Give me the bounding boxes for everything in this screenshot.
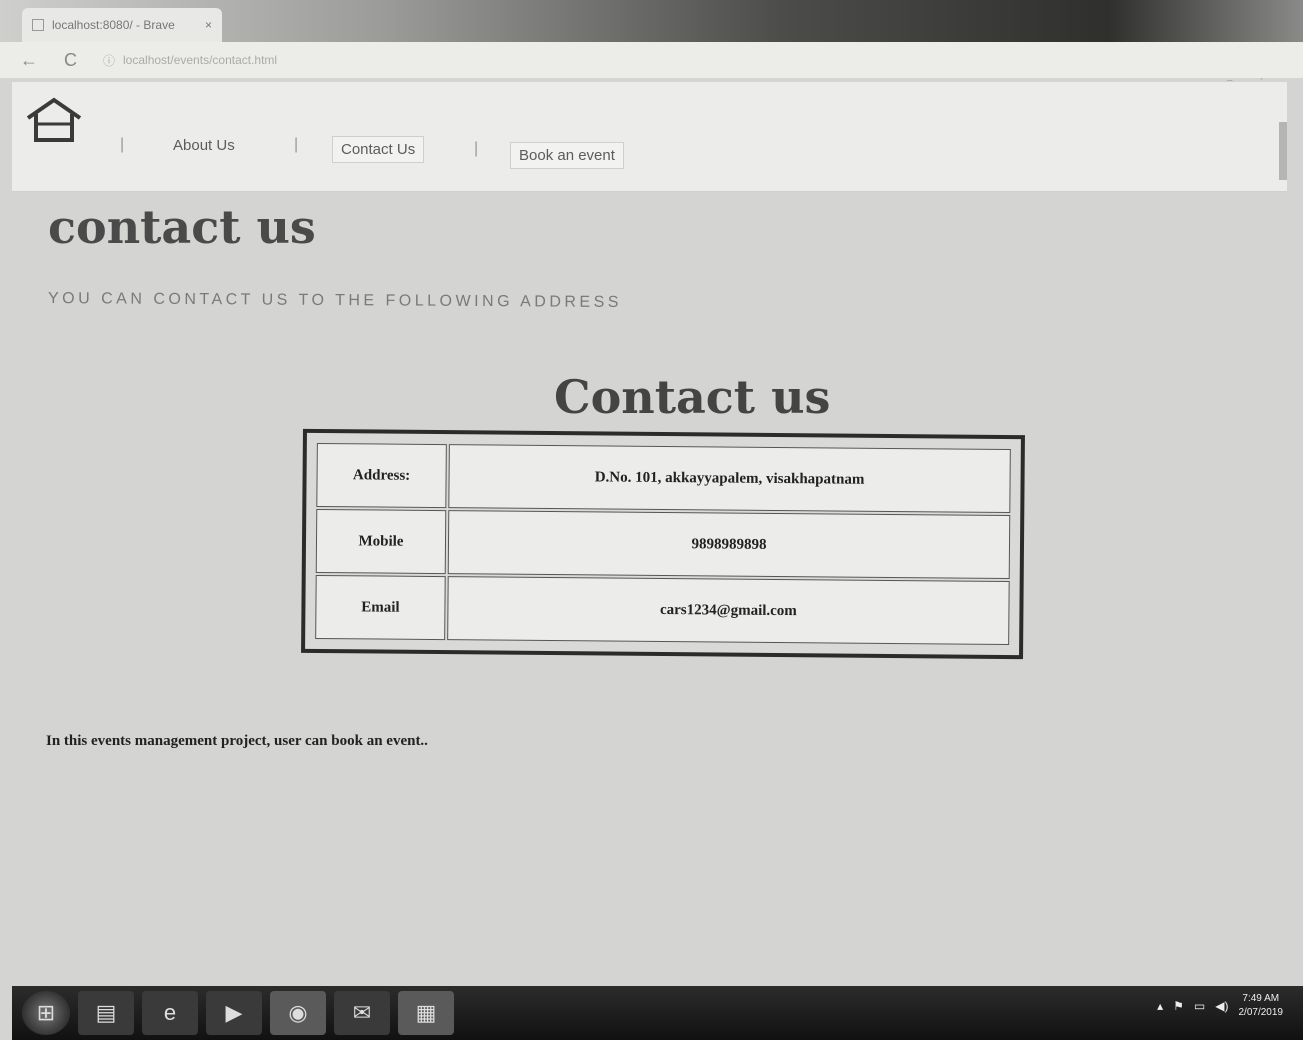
folder-icon[interactable]: ▤	[78, 991, 134, 1035]
site-navbar: | About Us | Contact Us | Book an event	[12, 82, 1287, 192]
info-icon: ⓘ	[103, 53, 116, 68]
email-label: Email	[315, 574, 446, 641]
clock[interactable]: 7:49 AM 2/07/2019	[1239, 992, 1284, 1020]
flag-icon[interactable]: ⚑	[1173, 999, 1184, 1013]
scrollbar[interactable]	[1279, 122, 1287, 180]
close-tab-icon[interactable]: ×	[205, 18, 212, 32]
page-title: contact us	[48, 200, 316, 254]
home-icon[interactable]	[24, 96, 84, 149]
url-text: localhost/events/contact.html	[123, 53, 278, 67]
volume-icon[interactable]: ◀)	[1215, 999, 1228, 1013]
mobile-label: Mobile	[315, 508, 447, 575]
mail-icon[interactable]: ✉	[334, 991, 390, 1035]
nav-contact-us[interactable]: Contact Us	[332, 136, 425, 163]
email-value: cars1234@gmail.com	[447, 576, 1010, 646]
table-row: Mobile 9898989898	[315, 508, 1011, 580]
back-arrow-icon[interactable]: ←	[20, 50, 38, 71]
mobile-value: 9898989898	[447, 510, 1011, 580]
table-row: Address: D.No. 101, akkayyapalem, visakh…	[316, 442, 1011, 514]
contact-table-title: Contact us	[554, 370, 831, 424]
page-icon	[32, 19, 44, 31]
page-subtitle: YOU CAN CONTACT US TO THE FOLLOWING ADDR…	[47, 289, 623, 312]
nav-separator: |	[294, 136, 299, 153]
chrome-icon[interactable]: ◉	[270, 991, 326, 1035]
nav-book-an-event[interactable]: Book an event	[510, 142, 624, 169]
contact-table: Address: D.No. 101, akkayyapalem, visakh…	[301, 428, 1025, 660]
clock-date: 2/07/2019	[1238, 1007, 1284, 1018]
address-value: D.No. 101, akkayyapalem, visakhapatnam	[448, 444, 1011, 514]
network-icon[interactable]: ▭	[1194, 999, 1205, 1013]
media-player-icon[interactable]: ▶	[206, 991, 262, 1035]
reload-icon[interactable]: C	[64, 50, 77, 71]
system-tray: ▴ ⚑ ▭ ◀) 7:49 AM 2/07/2019	[1157, 992, 1283, 1020]
project-description: In this events management project, user …	[46, 733, 428, 749]
show-hidden-icons-icon[interactable]: ▴	[1157, 999, 1163, 1013]
internet-explorer-icon[interactable]: e	[142, 991, 198, 1035]
browser-tab[interactable]: localhost:8080/ - Brave ×	[22, 8, 222, 42]
tab-title: localhost:8080/ - Brave	[52, 18, 175, 32]
nav-separator: |	[120, 136, 125, 153]
taskbar: ⊞ ▤ e ▶ ◉ ✉ ▦ ▴ ⚑ ▭ ◀) 7:49 AM 2/07/2019	[12, 986, 1303, 1040]
clock-time: 7:49 AM	[1242, 993, 1280, 1004]
nav-about-us[interactable]: About Us	[164, 132, 244, 159]
browser-tabstrip: localhost:8080/ - Brave ×	[0, 0, 1303, 42]
address-label: Address:	[316, 442, 447, 509]
document-icon[interactable]: ▦	[398, 991, 454, 1035]
start-orb-icon[interactable]: ⊞	[22, 991, 70, 1035]
nav-separator: |	[474, 140, 479, 157]
address-bar[interactable]: ⓘ localhost/events/contact.html	[103, 48, 1003, 72]
browser-toolbar: ← C ⓘ localhost/events/contact.html	[0, 42, 1303, 78]
table-row: Email cars1234@gmail.com	[315, 574, 1010, 646]
